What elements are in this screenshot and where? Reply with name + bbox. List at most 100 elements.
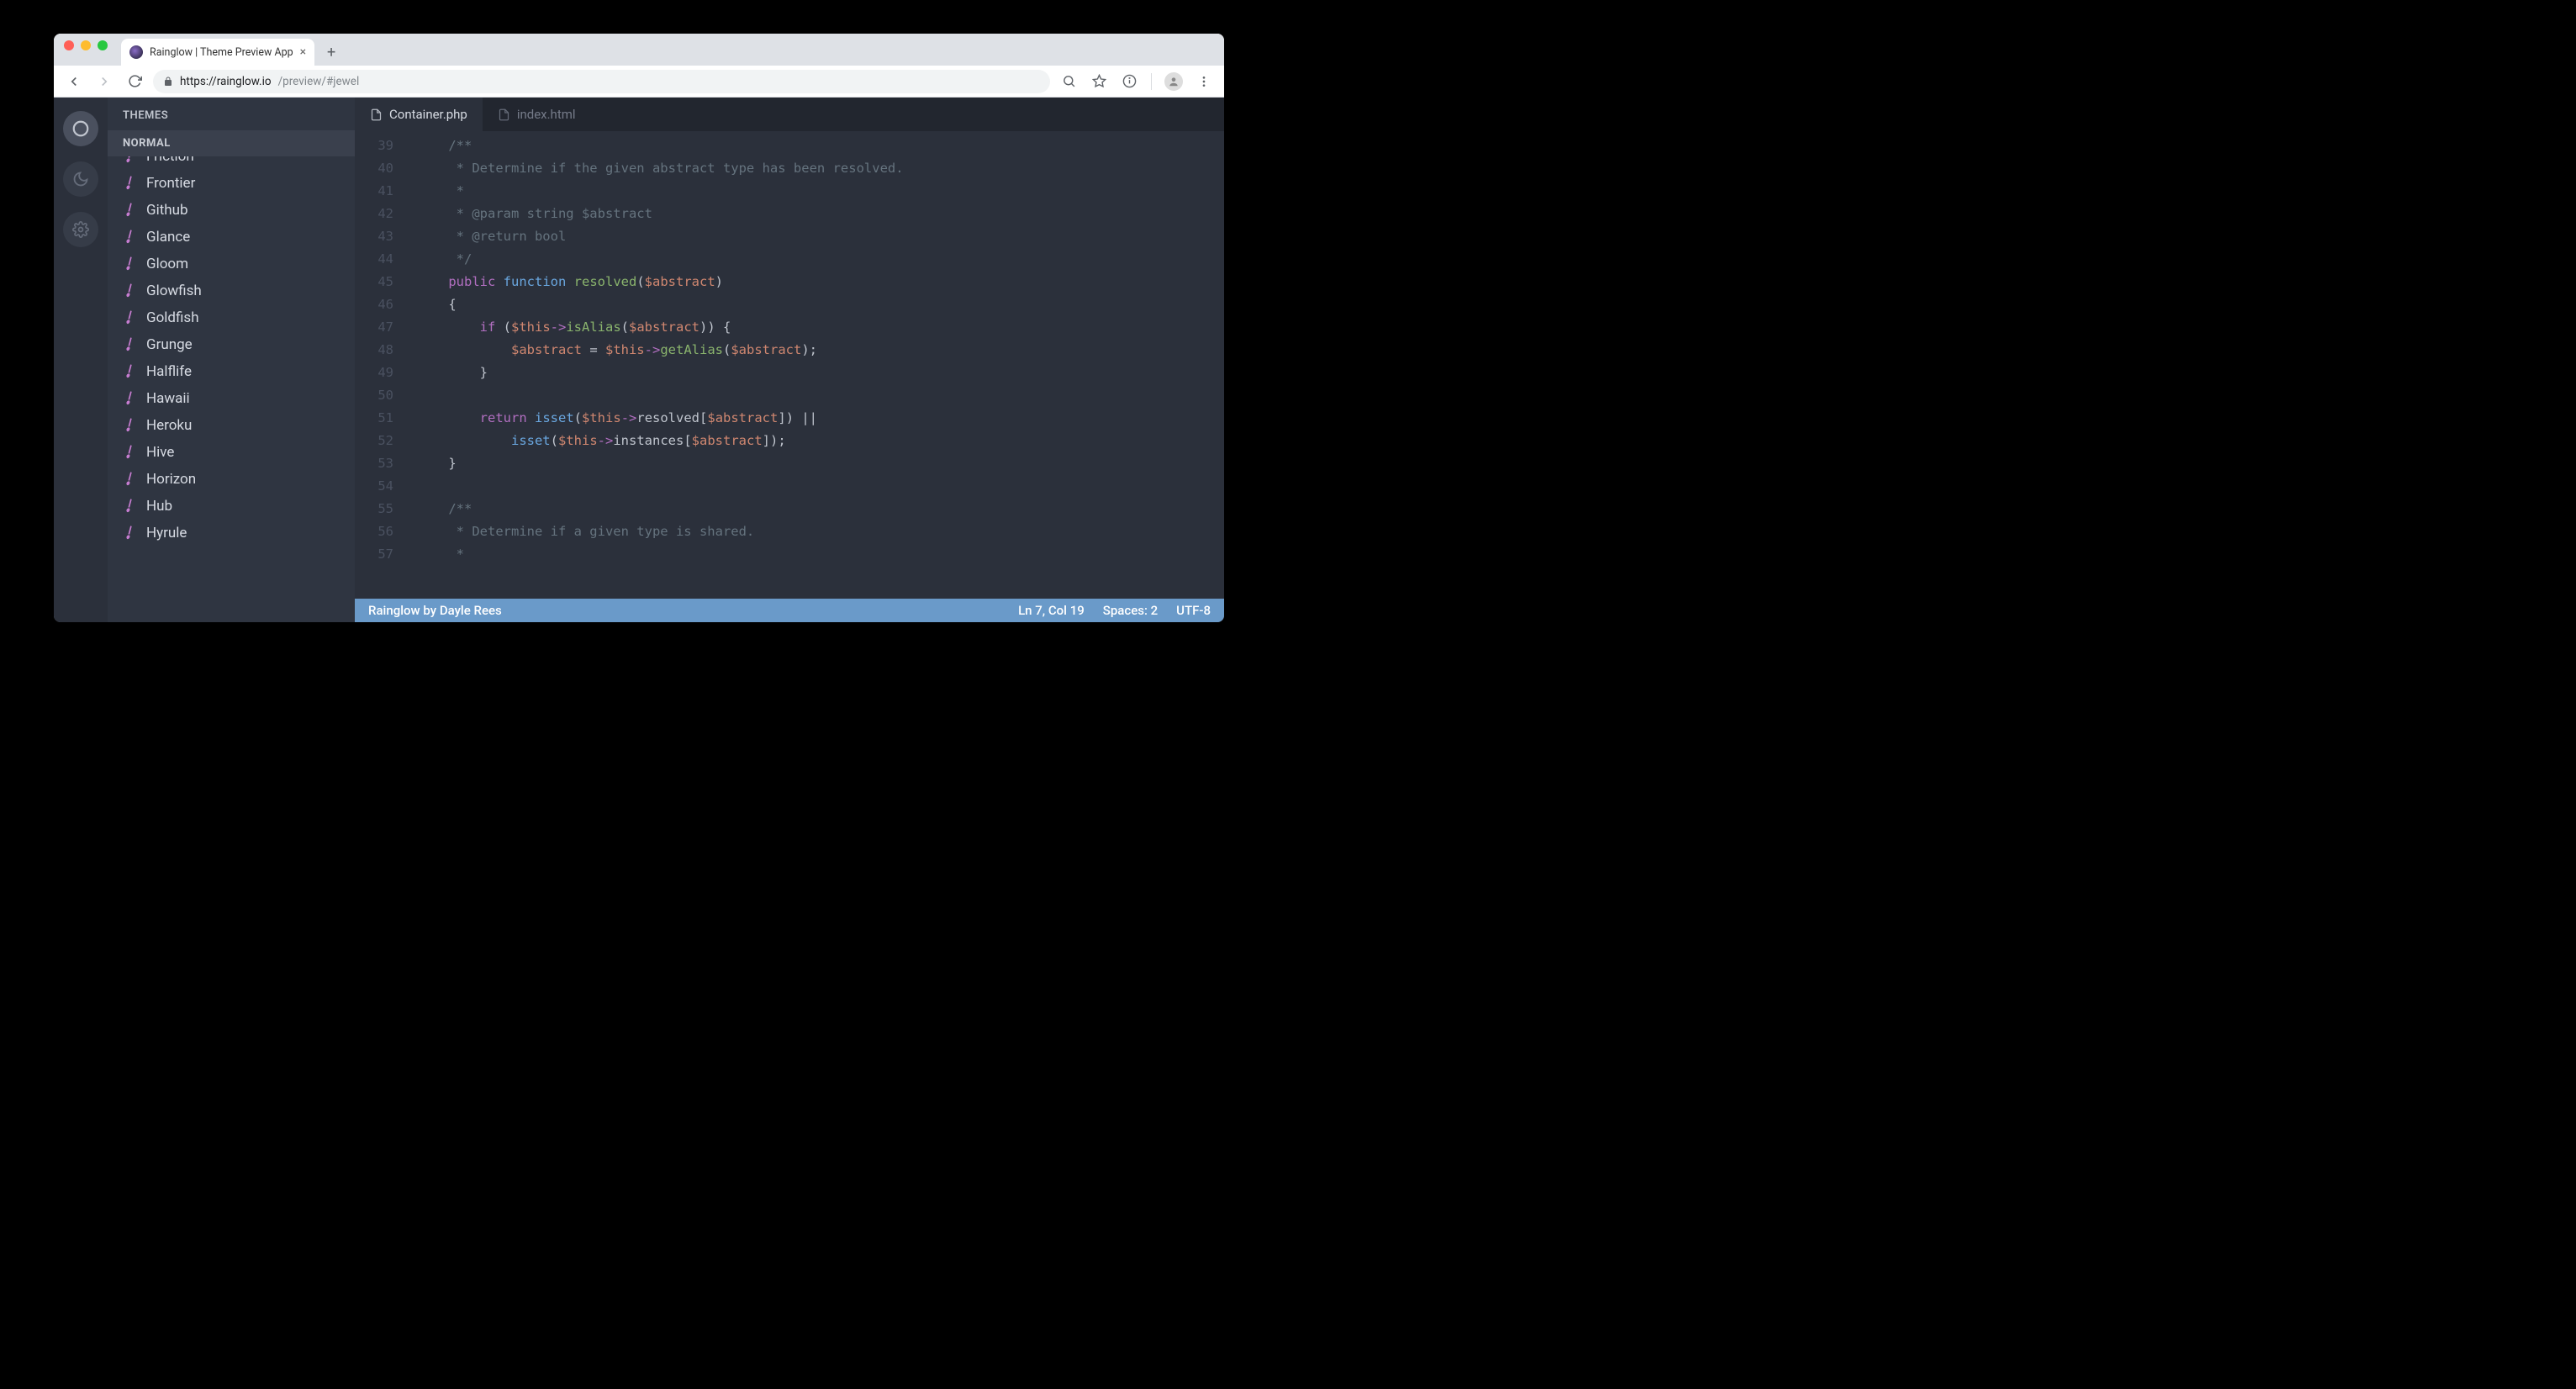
theme-item[interactable]: Github	[108, 197, 355, 224]
theme-item[interactable]: Frontier	[108, 170, 355, 197]
theme-item[interactable]: Friction	[108, 156, 355, 170]
theme-item-label: Halflife	[146, 363, 192, 380]
theme-item[interactable]: Goldfish	[108, 304, 355, 331]
file-icon	[498, 108, 510, 121]
editor: Container.phpindex.html 3940414243444546…	[355, 98, 1224, 622]
file-icon	[370, 108, 383, 121]
status-bar: Rainglow by Dayle Rees Ln 7, Col 19 Spac…	[355, 599, 1224, 622]
editor-tab[interactable]: Container.php	[355, 98, 483, 131]
code-line: * Determine if a given type is shared.	[417, 520, 1224, 543]
theme-item-label: Hub	[146, 498, 172, 515]
theme-item-label: Gloom	[146, 256, 188, 272]
profile-avatar[interactable]	[1162, 70, 1185, 93]
zoom-icon[interactable]	[1057, 70, 1080, 93]
theme-item-label: Friction	[146, 156, 194, 165]
activity-settings-button[interactable]	[63, 212, 98, 247]
app-viewport: THEMES NORMAL Friction Frontier Github Glan…	[54, 98, 1224, 622]
code-line: }	[417, 362, 1224, 384]
code-content[interactable]: /** * Determine if the given abstract ty…	[402, 131, 1224, 599]
brush-icon	[120, 416, 139, 435]
close-window-button[interactable]	[64, 40, 74, 50]
status-spaces[interactable]: Spaces: 2	[1103, 603, 1158, 618]
brush-icon	[120, 174, 139, 193]
brush-icon	[120, 156, 139, 166]
avatar-icon	[1164, 72, 1183, 91]
theme-item-label: Heroku	[146, 417, 192, 434]
address-bar[interactable]: https://rainglow.io/preview/#jewel	[153, 70, 1050, 93]
code-line: *	[417, 180, 1224, 203]
code-line: * Determine if the given abstract type h…	[417, 157, 1224, 180]
bookmark-star-icon[interactable]	[1087, 70, 1111, 93]
theme-item[interactable]: Hive	[108, 439, 355, 466]
window-controls	[64, 34, 121, 66]
code-line: {	[417, 293, 1224, 316]
theme-item-label: Frontier	[146, 175, 195, 192]
theme-item[interactable]: Hawaii	[108, 385, 355, 412]
sidebar-section-header[interactable]: NORMAL	[108, 130, 355, 156]
back-button[interactable]	[62, 70, 86, 93]
code-line: }	[417, 452, 1224, 475]
lock-icon	[163, 77, 173, 87]
code-line: * @param string $abstract	[417, 203, 1224, 225]
browser-tabstrip: Rainglow | Theme Preview App × +	[54, 34, 1224, 66]
theme-item[interactable]: Grunge	[108, 331, 355, 358]
theme-item[interactable]: Glowfish	[108, 277, 355, 304]
code-line: /**	[417, 498, 1224, 520]
code-line: $abstract = $this->getAlias($abstract);	[417, 339, 1224, 362]
menu-button[interactable]	[1192, 70, 1216, 93]
sidebar-title: THEMES	[108, 98, 355, 130]
theme-item-label: Hawaii	[146, 390, 190, 407]
new-tab-button[interactable]: +	[319, 40, 343, 64]
activity-dark-button[interactable]	[63, 161, 98, 197]
favicon-icon	[129, 45, 143, 59]
brush-icon	[120, 524, 139, 542]
theme-item[interactable]: Hyrule	[108, 520, 355, 547]
code-line: return isset($this->resolved[$abstract])…	[417, 407, 1224, 430]
minimize-window-button[interactable]	[81, 40, 91, 50]
browser-toolbar: https://rainglow.io/preview/#jewel	[54, 66, 1224, 98]
theme-item[interactable]: Halflife	[108, 358, 355, 385]
code-line: isset($this->instances[$abstract]);	[417, 430, 1224, 452]
editor-tab-label: index.html	[517, 107, 576, 122]
info-icon[interactable]	[1117, 70, 1141, 93]
code-line: */	[417, 248, 1224, 271]
code-line: if ($this->isAlias($abstract)) {	[417, 316, 1224, 339]
theme-item[interactable]: Glance	[108, 224, 355, 251]
brush-icon	[120, 362, 139, 381]
brush-icon	[120, 470, 139, 489]
status-left[interactable]: Rainglow by Dayle Rees	[368, 603, 502, 618]
activity-themes-button[interactable]	[63, 111, 98, 146]
theme-item[interactable]: Hub	[108, 493, 355, 520]
theme-item[interactable]: Heroku	[108, 412, 355, 439]
code-line: *	[417, 543, 1224, 566]
activity-bar	[54, 98, 108, 622]
forward-button[interactable]	[92, 70, 116, 93]
url-path: /preview/#jewel	[278, 75, 360, 88]
browser-tab[interactable]: Rainglow | Theme Preview App ×	[121, 39, 314, 66]
maximize-window-button[interactable]	[98, 40, 108, 50]
brush-icon	[120, 335, 139, 354]
reload-button[interactable]	[123, 70, 146, 93]
theme-list[interactable]: Friction Frontier Github Glance Gloom Glowfis…	[108, 156, 355, 622]
code-line: * @return bool	[417, 225, 1224, 248]
url-host: https://rainglow.io	[180, 75, 272, 88]
brush-icon	[120, 201, 139, 219]
toolbar-divider	[1151, 73, 1152, 90]
theme-item-label: Github	[146, 202, 188, 219]
code-line	[417, 384, 1224, 407]
theme-item[interactable]: Horizon	[108, 466, 355, 493]
editor-tabs: Container.php index.html	[355, 98, 1224, 131]
brush-icon	[120, 255, 139, 273]
theme-item-label: Hyrule	[146, 525, 187, 541]
code-line: /**	[417, 135, 1224, 157]
close-tab-icon[interactable]: ×	[300, 45, 306, 59]
brush-icon	[120, 309, 139, 327]
theme-item-label: Grunge	[146, 336, 193, 353]
theme-item[interactable]: Gloom	[108, 251, 355, 277]
status-position[interactable]: Ln 7, Col 19	[1018, 603, 1085, 618]
brush-icon	[120, 497, 139, 515]
brush-icon	[120, 389, 139, 408]
status-encoding[interactable]: UTF-8	[1176, 603, 1211, 618]
editor-tab[interactable]: index.html	[483, 98, 591, 131]
code-line: public function resolved($abstract)	[417, 271, 1224, 293]
